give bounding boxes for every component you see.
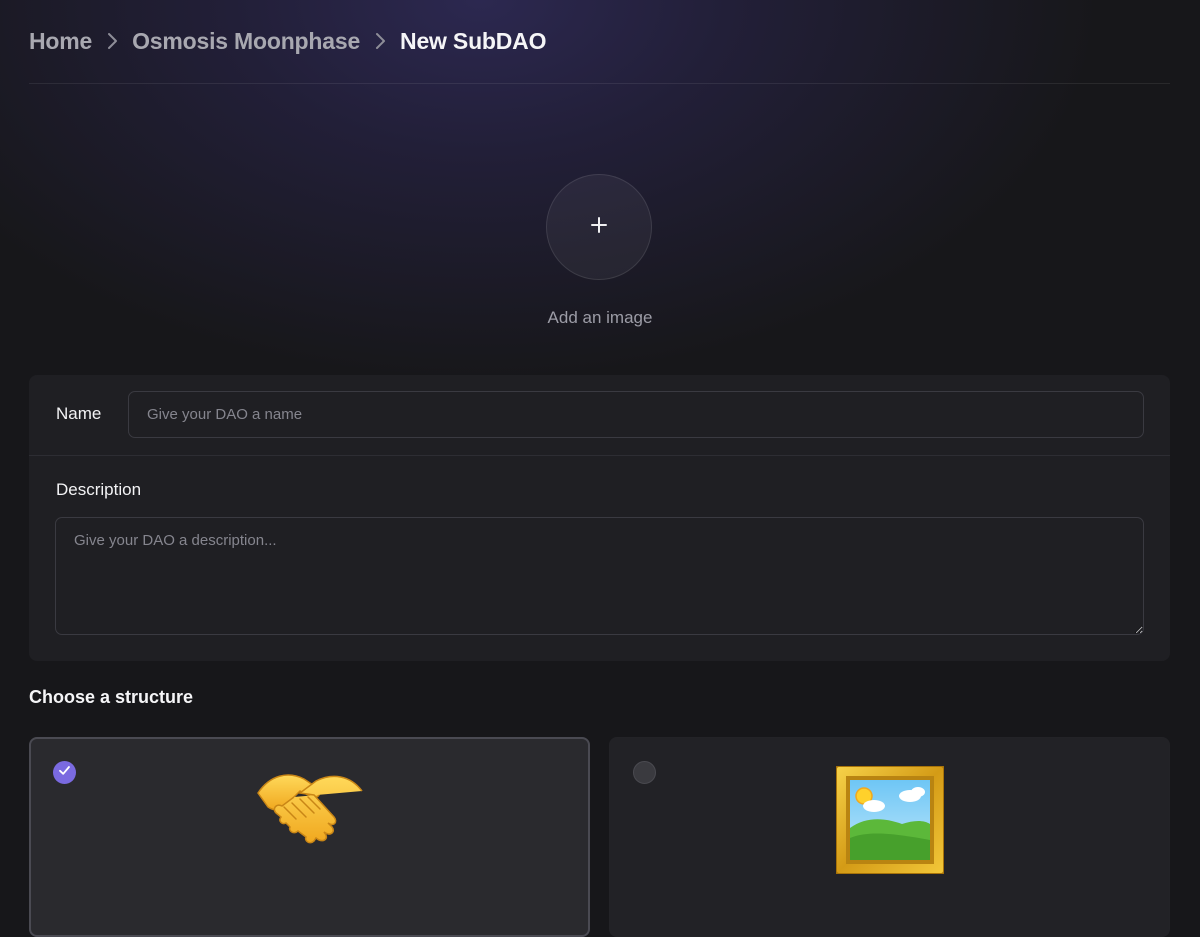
chevron-right-icon bbox=[92, 31, 132, 51]
structure-option-nft[interactable] bbox=[609, 737, 1170, 937]
structure-option-multisig[interactable] bbox=[29, 737, 590, 937]
radio-checked[interactable] bbox=[53, 761, 76, 784]
plus-icon bbox=[590, 216, 608, 239]
header-divider bbox=[29, 83, 1170, 84]
breadcrumb-dao-link[interactable]: Osmosis Moonphase bbox=[132, 28, 360, 55]
breadcrumb: Home Osmosis Moonphase New SubDAO bbox=[29, 24, 546, 58]
description-label: Description bbox=[56, 480, 142, 499]
name-label: Name bbox=[56, 404, 102, 423]
framed-picture-icon bbox=[834, 765, 945, 879]
check-icon bbox=[58, 764, 71, 782]
add-image-button[interactable] bbox=[546, 174, 652, 280]
dao-details-card: Name Description bbox=[29, 375, 1170, 661]
radio-unchecked[interactable] bbox=[633, 761, 656, 784]
breadcrumb-home-link[interactable]: Home bbox=[29, 28, 92, 55]
chevron-right-icon bbox=[360, 31, 400, 51]
name-input[interactable] bbox=[128, 391, 1144, 438]
breadcrumb-current: New SubDAO bbox=[400, 27, 547, 54]
structure-title: Choose a structure bbox=[29, 687, 194, 707]
description-textarea[interactable] bbox=[55, 517, 1144, 635]
form-divider bbox=[29, 455, 1170, 456]
handshake-icon bbox=[254, 767, 366, 852]
add-image-label: Add an image bbox=[547, 308, 653, 327]
